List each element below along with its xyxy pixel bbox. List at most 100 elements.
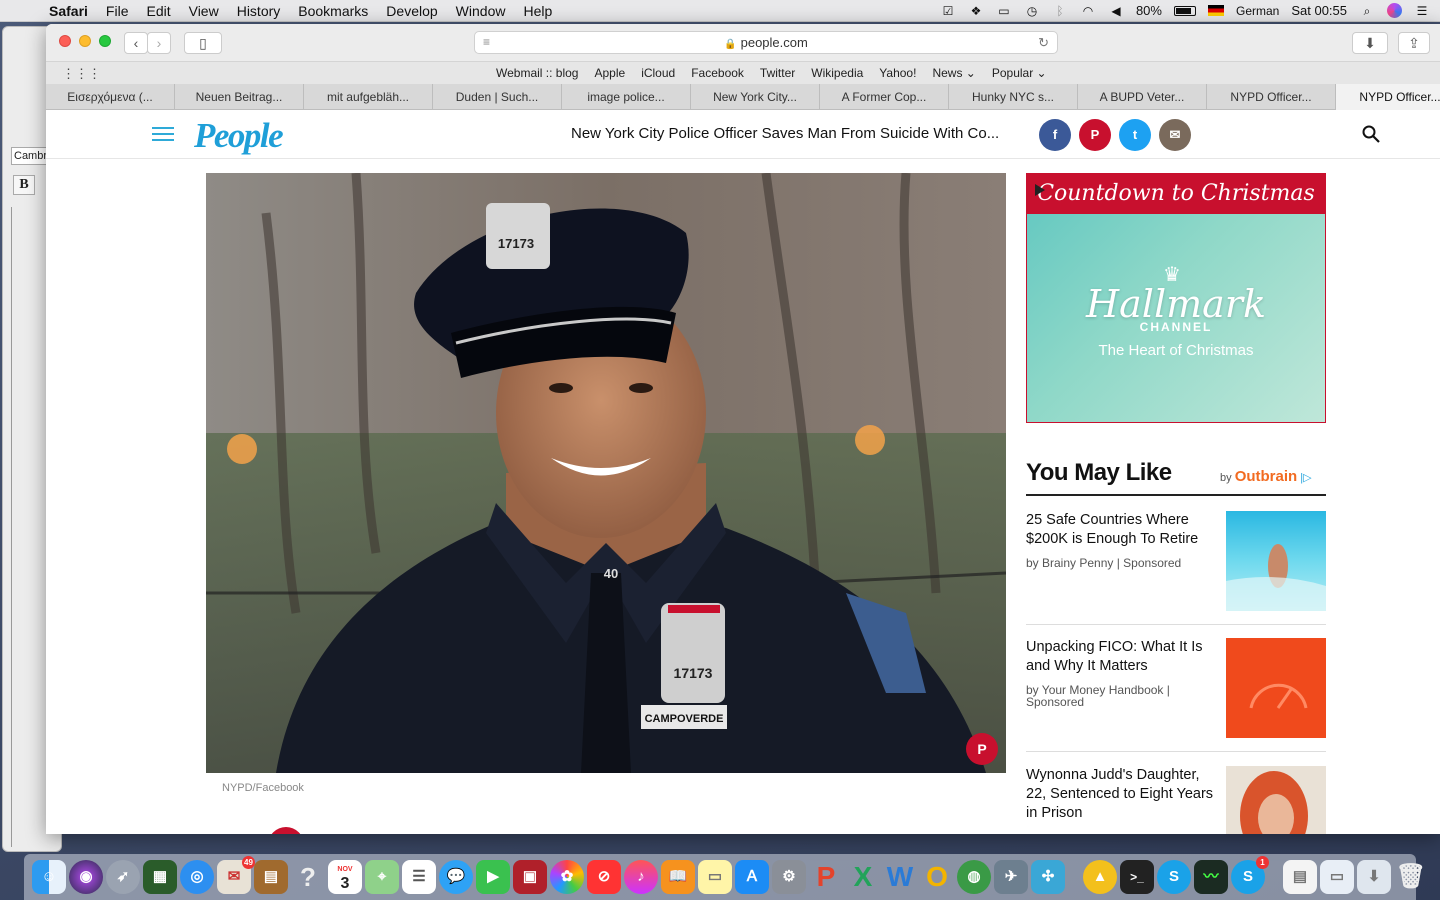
help-icon[interactable]: ? <box>291 860 325 894</box>
adchoices-icon[interactable]: |▷ <box>1300 472 1311 484</box>
outlook-icon[interactable]: O <box>920 860 954 894</box>
reminders-icon[interactable]: ☰ <box>402 860 436 894</box>
mail-stamp-icon[interactable]: ✉ 49 <box>217 856 255 894</box>
browser-tab[interactable]: Neuen Beitrag... <box>175 84 304 110</box>
pin-image-button[interactable]: P <box>966 733 998 765</box>
maps-icon[interactable]: ⌖ <box>365 860 399 894</box>
zoom-window-icon[interactable] <box>99 35 111 47</box>
favorite-folder-news[interactable]: News ⌄ <box>924 66 983 80</box>
finder-icon[interactable]: ☺ <box>32 860 66 894</box>
favorite-link[interactable]: Wikipedia <box>803 66 871 80</box>
network-icon[interactable]: ✈ <box>994 860 1028 894</box>
globe-app-icon[interactable]: ◍ <box>957 860 991 894</box>
facebook-share-icon[interactable]: f <box>1039 119 1071 151</box>
menu-edit[interactable]: Edit <box>137 3 179 19</box>
hallmark-ad[interactable]: Countdown to Christmas ♛ Hallmark CHANNE… <box>1026 173 1326 423</box>
mission-control-icon[interactable]: ▦ <box>143 860 177 894</box>
facetime-icon[interactable]: ▶ <box>476 860 510 894</box>
beach-thumbnail[interactable] <box>1226 511 1326 611</box>
close-window-icon[interactable] <box>59 35 71 47</box>
browser-tab[interactable]: New York City... <box>691 84 820 110</box>
browser-tab[interactable]: Εισερχόμενα (... <box>46 84 175 110</box>
bluetooth-icon[interactable]: ᛒ <box>1052 4 1068 18</box>
menu-window[interactable]: Window <box>447 3 515 19</box>
share-icon[interactable]: ⇪ <box>1398 32 1430 54</box>
favorite-link[interactable]: iCloud <box>633 66 683 80</box>
recommendation-item[interactable]: Wynonna Judd's Daughter, 22, Sentenced t… <box>1026 766 1326 834</box>
excel-icon[interactable]: X <box>846 860 880 894</box>
checkmark-status-icon[interactable]: ☑ <box>940 4 956 18</box>
notes-icon[interactable]: ▭ <box>698 860 732 894</box>
email-share-icon[interactable]: ✉ <box>1159 119 1191 151</box>
notification-center-icon[interactable]: ☰ <box>1414 4 1430 18</box>
news-icon[interactable]: ⊘ <box>587 860 621 894</box>
siri-icon[interactable] <box>1387 3 1402 18</box>
browser-tab-active[interactable]: NYPD Officer... <box>1336 84 1440 110</box>
trash-icon[interactable]: 🗑 <box>1394 860 1428 894</box>
menu-develop[interactable]: Develop <box>377 3 446 19</box>
powerpoint-icon[interactable]: P <box>809 860 843 894</box>
messages-icon[interactable]: 💬 <box>439 860 473 894</box>
browser-tab[interactable]: Hunky NYC s... <box>949 84 1078 110</box>
browser-tab[interactable]: NYPD Officer... <box>1207 84 1336 110</box>
system-preferences-icon[interactable]: ⚙ <box>772 860 806 894</box>
menu-view[interactable]: View <box>180 3 228 19</box>
outbrain-attribution[interactable]: by Outbrain |▷ <box>1220 468 1312 485</box>
recommendation-item[interactable]: 25 Safe Countries Where $200K is Enough … <box>1026 511 1326 625</box>
recommendation-item[interactable]: Unpacking FICO: What It Is and Why It Ma… <box>1026 638 1326 752</box>
recommendation-title[interactable]: Unpacking FICO: What It Is and Why It Ma… <box>1026 638 1218 676</box>
address-bar[interactable]: ≡ 🔒 people.com ↻ <box>474 31 1058 54</box>
forward-button[interactable]: › <box>147 32 171 54</box>
menu-file[interactable]: File <box>97 3 138 19</box>
sidebar-toggle-icon[interactable]: ▯ <box>184 32 222 54</box>
vlc-icon[interactable]: ▲ <box>1083 860 1117 894</box>
calendar-icon[interactable]: NOV 3 <box>328 860 362 894</box>
recommendation-title[interactable]: 25 Safe Countries Where $200K is Enough … <box>1026 511 1218 549</box>
notebook-icon[interactable]: ▤ <box>254 860 288 894</box>
wifi-icon[interactable]: ◠ <box>1080 4 1096 18</box>
dropbox-icon[interactable]: ❖ <box>968 4 984 18</box>
favorite-link[interactable]: Webmail :: blog <box>488 66 586 80</box>
twitter-share-icon[interactable]: t <box>1119 119 1151 151</box>
outbrain-logo[interactable]: Outbrain <box>1235 468 1298 485</box>
downloads-stack-icon[interactable]: ⬇ <box>1357 860 1391 894</box>
document-stack-icon[interactable]: ▤ <box>1283 860 1317 894</box>
screenshot-stack-icon[interactable]: ▭ <box>1320 860 1354 894</box>
browser-tab[interactable]: mit aufgebläh... <box>304 84 433 110</box>
menu-app-name[interactable]: Safari <box>40 3 97 19</box>
time-machine-icon[interactable]: ◷ <box>1024 4 1040 18</box>
favorite-link[interactable]: Twitter <box>752 66 803 80</box>
browser-tab[interactable]: A Former Cop... <box>820 84 949 110</box>
hero-photo[interactable]: 17173 17173 CAMPOVERDE 40 <box>206 173 1006 773</box>
minimize-window-icon[interactable] <box>79 35 91 47</box>
search-icon[interactable] <box>1362 125 1380 143</box>
people-logo[interactable]: People <box>194 116 284 156</box>
author-avatar[interactable] <box>268 827 304 834</box>
favorite-link[interactable]: Apple <box>586 66 633 80</box>
skype-icon[interactable]: S <box>1157 860 1191 894</box>
play-icon[interactable] <box>1035 184 1045 196</box>
books-icon[interactable]: 📖 <box>661 860 695 894</box>
top-sites-grid-icon[interactable]: ⋮⋮⋮ <box>62 66 101 82</box>
menu-help[interactable]: Help <box>514 3 561 19</box>
credit-gauge-thumbnail[interactable] <box>1226 638 1326 738</box>
downloads-icon[interactable]: ⬇ <box>1352 32 1388 54</box>
safari-dock-icon[interactable]: ◎ <box>180 860 214 894</box>
flag-icon[interactable] <box>1207 5 1224 16</box>
menu-history[interactable]: History <box>228 3 290 19</box>
battery-percent[interactable]: 80% <box>1136 3 1162 18</box>
favorite-link[interactable]: Yahoo! <box>871 66 924 80</box>
browser-tab[interactable]: A BUPD Veter... <box>1078 84 1207 110</box>
puzzle-icon[interactable]: ✣ <box>1031 860 1065 894</box>
terminal-icon[interactable]: >_ <box>1120 860 1154 894</box>
input-language[interactable]: German <box>1236 4 1279 18</box>
pinterest-share-icon[interactable]: P <box>1079 119 1111 151</box>
word-icon[interactable]: W <box>883 860 917 894</box>
browser-tab[interactable]: Duden | Such... <box>433 84 562 110</box>
reload-icon[interactable]: ↻ <box>1038 32 1049 53</box>
battery-icon[interactable] <box>1173 5 1196 16</box>
itunes-icon[interactable]: ♪ <box>624 860 658 894</box>
launchpad-icon[interactable]: ➶ <box>106 860 140 894</box>
bold-button[interactable]: B <box>13 175 35 195</box>
volume-icon[interactable]: ◀ <box>1108 4 1124 18</box>
